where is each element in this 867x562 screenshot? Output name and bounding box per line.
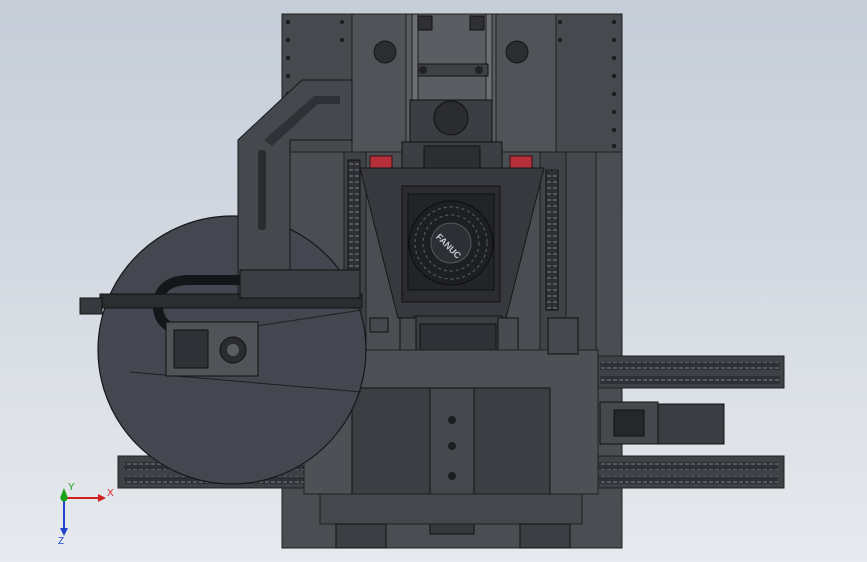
triad-y-label: Y <box>68 482 75 493</box>
triad-x-label: X <box>107 488 114 499</box>
arm-tip <box>79 297 103 315</box>
cad-model-viewport[interactable]: FANUC <box>0 0 867 562</box>
coordinate-triad: X Y Z <box>58 482 114 546</box>
motor-round <box>433 100 469 136</box>
servo-motor <box>655 403 725 445</box>
upper-boss-right <box>505 40 529 64</box>
triad-z-label: Z <box>58 536 64 546</box>
upper-boss-left <box>373 40 397 64</box>
